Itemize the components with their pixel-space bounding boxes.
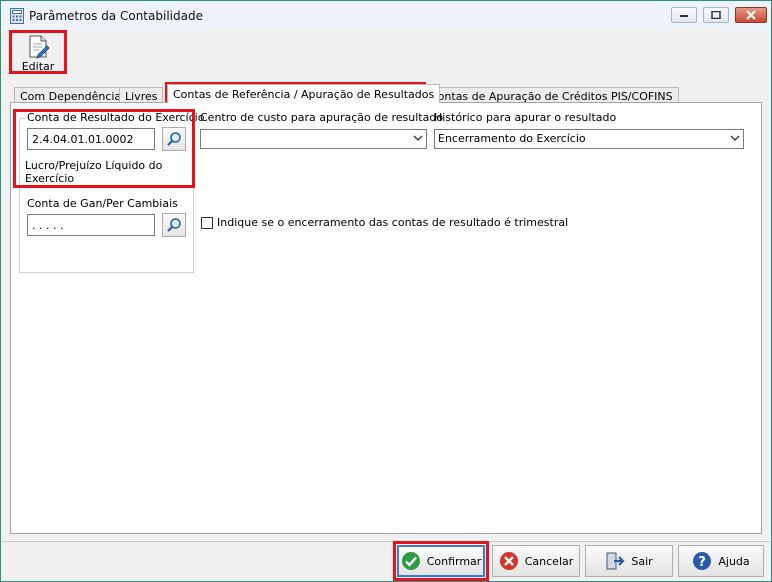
quarterly-checkbox[interactable] xyxy=(201,217,213,229)
check-circle-icon xyxy=(401,552,420,570)
tab-label: Contas de Referência / Apuração de Resul… xyxy=(173,88,435,101)
cancel-button-label: Cancelar xyxy=(524,554,574,568)
cost-center-select[interactable] xyxy=(200,129,427,149)
help-question-icon: ? xyxy=(693,552,712,570)
result-account-search-button[interactable] xyxy=(162,127,186,151)
search-icon xyxy=(167,132,181,146)
edit-document-icon xyxy=(28,35,50,62)
exchange-account-input[interactable] xyxy=(27,214,155,236)
maximize-button[interactable] xyxy=(703,7,729,23)
tab-contas-pis-cofins[interactable]: Contas de Apuração de Créditos PIS/COFIN… xyxy=(424,87,679,103)
confirm-button[interactable]: Confirmar xyxy=(397,545,485,577)
result-account-input[interactable] xyxy=(27,128,155,150)
close-button[interactable] xyxy=(735,7,767,23)
toolbar: Editar xyxy=(2,30,770,76)
cancel-button[interactable]: Cancelar xyxy=(492,545,580,577)
history-select[interactable]: Encerramento do Exercício xyxy=(434,129,744,149)
quarterly-checkbox-label: Indique se o encerramento das contas de … xyxy=(217,216,569,229)
exchange-account-search-button[interactable] xyxy=(162,213,186,237)
tab-com-dependencia[interactable]: Com Dependência xyxy=(14,87,128,103)
svg-text:?: ? xyxy=(699,555,707,570)
confirm-button-label: Confirmar xyxy=(426,554,482,568)
cost-center-label: Centro de custo para apuração de resulta… xyxy=(200,111,444,124)
result-account-description-line1: Lucro/Prejuízo Líquido do xyxy=(25,159,163,172)
minimize-button[interactable] xyxy=(671,7,697,23)
window-title: Parâmetros da Contabilidade xyxy=(29,9,203,23)
exit-button[interactable]: Sair xyxy=(585,545,673,577)
edit-button-label: Editar xyxy=(21,60,55,73)
edit-button[interactable]: Editar xyxy=(10,31,66,73)
search-icon xyxy=(167,218,181,232)
maximize-icon xyxy=(711,11,721,19)
chevron-down-icon xyxy=(413,135,423,141)
tab-contas-referencia[interactable]: Contas de Referência / Apuração de Resul… xyxy=(167,84,441,103)
minimize-icon xyxy=(680,15,688,17)
result-account-description-line2: Exercício xyxy=(25,172,75,185)
cancel-circle-icon xyxy=(499,552,518,570)
result-account-legend: Conta de Resultado do Exercício xyxy=(25,111,207,124)
calculator-icon xyxy=(10,8,24,24)
help-button-label: Ajuda xyxy=(718,554,750,568)
history-label: Histórico para apurar o resultado xyxy=(434,111,617,124)
exit-button-label: Sair xyxy=(631,554,653,568)
help-button[interactable]: ? Ajuda xyxy=(678,545,764,577)
title-bar: Parâmetros da Contabilidade xyxy=(2,2,770,31)
close-icon xyxy=(746,10,756,20)
exit-door-icon xyxy=(606,552,625,570)
dialog-window: Parâmetros da Contabilidade Editar Com D… xyxy=(0,0,772,582)
history-value: Encerramento do Exercício xyxy=(438,132,586,145)
chevron-down-icon xyxy=(730,135,740,141)
tab-livres[interactable]: Livres xyxy=(119,87,164,103)
exchange-account-legend: Conta de Gan/Per Cambiais xyxy=(25,197,180,210)
